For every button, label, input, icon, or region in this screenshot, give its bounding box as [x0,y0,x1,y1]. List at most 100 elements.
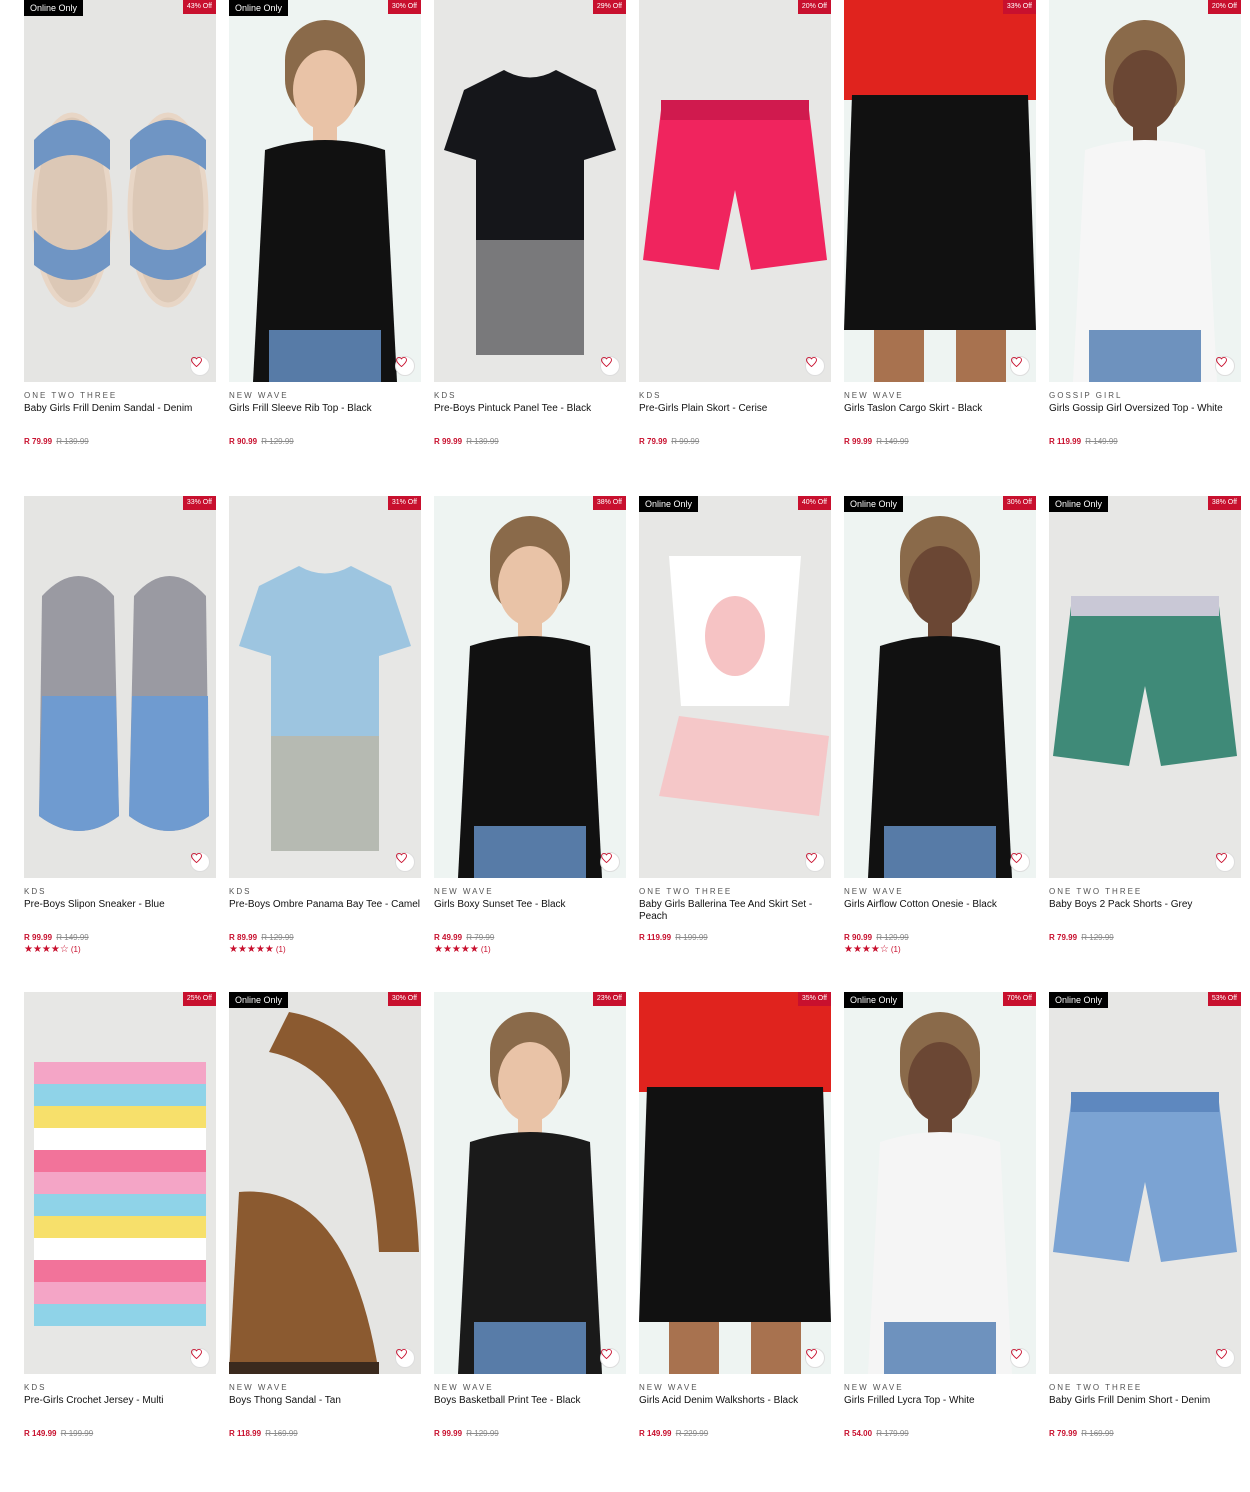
wishlist-heart-button[interactable] [600,852,620,872]
price-block: R 49.99 R 79.99 [434,933,626,943]
product-image[interactable]: 25% Off [24,992,216,1374]
product-card[interactable]: 20% Off KDS Pre-Girls Plain Skort - Ceri… [639,0,831,496]
product-title[interactable]: Pre-Boys Pintuck Panel Tee - Black [434,403,626,427]
wishlist-heart-button[interactable] [1010,852,1030,872]
product-image[interactable]: 29% Off [434,0,626,382]
wishlist-heart-button[interactable] [1215,356,1235,376]
wishlist-heart-button[interactable] [395,852,415,872]
product-card[interactable]: Online Only 30% Off NEW WAVE Girls Airfl… [844,496,1036,992]
product-brand: ONE TWO THREE [1049,1383,1143,1392]
product-title[interactable]: Baby Girls Frill Denim Short - Denim [1049,1395,1241,1419]
product-grid: Online Only 43% Off ONE TWO THREE Baby G… [24,0,1241,1488]
price-block: R 79.99 R 169.99 [1049,1429,1241,1439]
product-rating[interactable]: ★★★★★ (1) [229,944,421,955]
heart-icon [396,1349,407,1359]
product-card[interactable]: Online Only 40% Off ONE TWO THREE Baby G… [639,496,831,992]
product-title[interactable]: Pre-Boys Ombre Panama Bay Tee - Camel [229,899,421,923]
product-rating[interactable]: ★★★★☆ (1) [24,944,216,955]
product-image[interactable]: 33% Off [24,496,216,878]
product-image[interactable]: Online Only 38% Off [1049,496,1241,878]
product-card[interactable]: Online Only 38% Off ONE TWO THREE Baby B… [1049,496,1241,992]
product-card[interactable]: Online Only 30% Off NEW WAVE Girls Frill… [229,0,421,496]
wishlist-heart-button[interactable] [190,356,210,376]
product-title[interactable]: Girls Taslon Cargo Skirt - Black [844,403,1036,427]
product-title[interactable]: Pre-Boys Slipon Sneaker - Blue [24,899,216,923]
rating-stars: ★★★★★ [229,944,274,955]
product-title[interactable]: Boys Thong Sandal - Tan [229,1395,421,1419]
product-title[interactable]: Girls Frilled Lycra Top - White [844,1395,1036,1419]
sale-price: R 149.99 [639,1429,672,1438]
wishlist-heart-button[interactable] [600,356,620,376]
product-card[interactable]: 33% Off NEW WAVE Girls Taslon Cargo Skir… [844,0,1036,496]
product-image[interactable]: 33% Off [844,0,1036,382]
heart-icon [806,853,817,863]
wishlist-heart-button[interactable] [805,852,825,872]
product-card[interactable]: 20% Off GOSSIP GIRL Girls Gossip Girl Ov… [1049,0,1241,496]
product-image[interactable]: 35% Off [639,992,831,1374]
product-photo [1053,1092,1237,1262]
online-only-badge: Online Only [1049,992,1109,1008]
product-image[interactable]: 38% Off [434,496,626,878]
product-title[interactable]: Pre-Girls Plain Skort - Cerise [639,403,831,427]
product-title[interactable]: Girls Airflow Cotton Onesie - Black [844,899,1036,923]
wishlist-heart-button[interactable] [1215,1348,1235,1368]
discount-badge: 30% Off [387,992,421,1006]
product-title[interactable]: Pre-Girls Crochet Jersey - Multi [24,1395,216,1419]
product-image[interactable]: Online Only 30% Off [844,496,1036,878]
wishlist-heart-button[interactable] [1215,852,1235,872]
product-card[interactable]: Online Only 43% Off ONE TWO THREE Baby G… [24,0,216,496]
wishlist-heart-button[interactable] [805,1348,825,1368]
product-brand: ONE TWO THREE [1049,887,1143,896]
heart-icon [396,853,407,863]
product-card[interactable]: 38% Off NEW WAVE Girls Boxy Sunset Tee -… [434,496,626,992]
product-rating[interactable]: ★★★★☆ (1) [844,944,1036,955]
product-title[interactable]: Girls Gossip Girl Oversized Top - White [1049,403,1241,427]
product-image[interactable]: Online Only 43% Off [24,0,216,382]
sale-price: R 89.99 [229,933,258,942]
product-image[interactable]: Online Only 53% Off [1049,992,1241,1374]
product-card[interactable]: 31% Off KDS Pre-Boys Ombre Panama Bay Te… [229,496,421,992]
wishlist-heart-button[interactable] [805,356,825,376]
product-image[interactable]: 20% Off [1049,0,1241,382]
product-brand: GOSSIP GIRL [1049,391,1123,400]
heart-icon [601,853,612,863]
product-card[interactable]: 29% Off KDS Pre-Boys Pintuck Panel Tee -… [434,0,626,496]
price-block: R 79.99 R 129.99 [1049,933,1241,943]
product-title[interactable]: Girls Frill Sleeve Rib Top - Black [229,403,421,427]
wishlist-heart-button[interactable] [1010,1348,1030,1368]
product-photo [444,70,616,355]
product-image[interactable]: 23% Off [434,992,626,1374]
original-price: R 149.99 [56,933,89,942]
product-image[interactable]: Online Only 70% Off [844,992,1036,1374]
heart-icon [1216,1349,1227,1359]
product-title[interactable]: Boys Basketball Print Tee - Black [434,1395,626,1419]
wishlist-heart-button[interactable] [190,1348,210,1368]
product-card[interactable]: 23% Off NEW WAVE Boys Basketball Print T… [434,992,626,1488]
product-title[interactable]: Baby Girls Frill Denim Sandal - Denim [24,403,216,427]
product-image[interactable]: Online Only 40% Off [639,496,831,878]
discount-badge: 29% Off [592,0,626,14]
discount-badge: 33% Off [1002,0,1036,14]
product-title[interactable]: Girls Acid Denim Walkshorts - Black [639,1395,831,1419]
original-price: R 199.99 [675,933,708,942]
product-image[interactable]: Online Only 30% Off [229,992,421,1374]
product-card[interactable]: Online Only 30% Off NEW WAVE Boys Thong … [229,992,421,1488]
wishlist-heart-button[interactable] [395,1348,415,1368]
product-image[interactable]: Online Only 30% Off [229,0,421,382]
wishlist-heart-button[interactable] [395,356,415,376]
product-card[interactable]: Online Only 53% Off ONE TWO THREE Baby G… [1049,992,1241,1488]
product-card[interactable]: 35% Off NEW WAVE Girls Acid Denim Walksh… [639,992,831,1488]
product-rating[interactable]: ★★★★★ (1) [434,944,626,955]
product-card[interactable]: Online Only 70% Off NEW WAVE Girls Frill… [844,992,1036,1488]
product-card[interactable]: 33% Off KDS Pre-Boys Slipon Sneaker - Bl… [24,496,216,992]
wishlist-heart-button[interactable] [190,852,210,872]
product-image[interactable]: 20% Off [639,0,831,382]
product-image[interactable]: 31% Off [229,496,421,878]
product-title[interactable]: Baby Girls Ballerina Tee And Skirt Set -… [639,899,831,923]
wishlist-heart-button[interactable] [600,1348,620,1368]
product-title[interactable]: Baby Boys 2 Pack Shorts - Grey [1049,899,1241,923]
wishlist-heart-button[interactable] [1010,356,1030,376]
sale-price: R 79.99 [1049,1429,1078,1438]
product-card[interactable]: 25% Off KDS Pre-Girls Crochet Jersey - M… [24,992,216,1488]
product-title[interactable]: Girls Boxy Sunset Tee - Black [434,899,626,923]
